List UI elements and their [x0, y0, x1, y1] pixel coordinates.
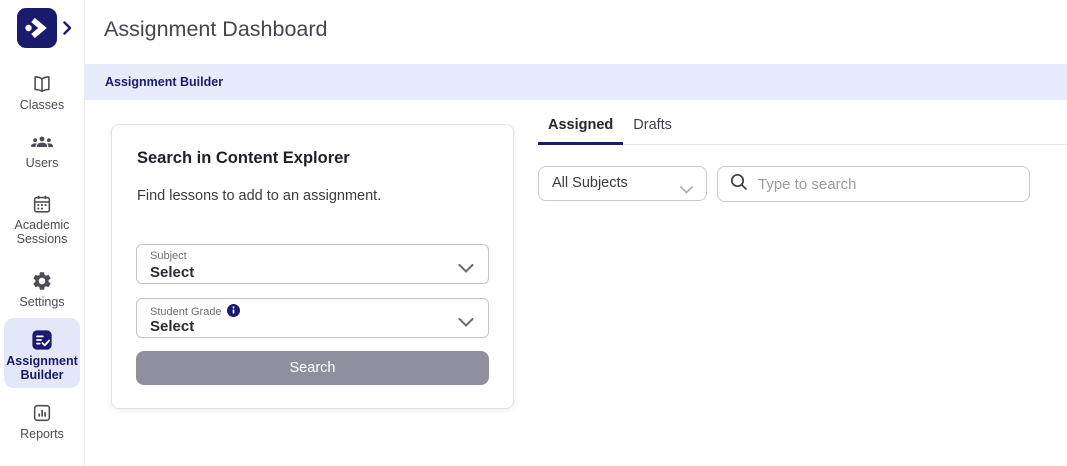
chevron-down-icon [458, 260, 474, 278]
student-grade-select-label: Student Grade [150, 306, 222, 318]
sidebar: Classes Users Academic Sessions Settings… [0, 0, 85, 466]
subject-select[interactable]: Subject Select [136, 244, 489, 284]
search-input[interactable] [758, 175, 1017, 193]
page-title: Assignment Dashboard [104, 17, 328, 41]
assignment-checklist-icon [4, 329, 80, 351]
tab-drafts[interactable]: Drafts [623, 110, 682, 145]
assignment-builder-banner: Assignment Builder [85, 64, 1067, 100]
sidebar-item-settings[interactable]: Settings [0, 270, 84, 310]
gear-icon [0, 270, 84, 292]
assignments-tabs: Assigned Drafts [538, 110, 1067, 145]
tab-assigned[interactable]: Assigned [538, 110, 624, 145]
student-grade-select-value: Select [150, 318, 195, 335]
card-description: Find lessons to add to an assignment. [137, 188, 382, 204]
student-grade-select[interactable]: Student Grade Select [136, 298, 489, 338]
subject-select-value: Select [150, 264, 195, 281]
card-title: Search in Content Explorer [137, 149, 350, 167]
chevron-down-icon [458, 314, 474, 332]
sidebar-item-academic-sessions[interactable]: Academic Sessions [0, 193, 84, 246]
banner-label: Assignment Builder [105, 75, 224, 89]
search-icon [730, 173, 748, 196]
brand-arrow-icon [17, 8, 57, 48]
assignments-search[interactable] [717, 166, 1030, 202]
all-subjects-dropdown[interactable]: All Subjects [538, 166, 707, 201]
sidebar-item-label: Reports [20, 427, 64, 441]
chevron-down-icon [680, 181, 693, 199]
sidebar-item-label: Classes [19, 98, 65, 112]
info-icon[interactable] [226, 304, 240, 320]
users-group-icon [0, 131, 84, 153]
sidebar-item-label: Academic Sessions [14, 218, 70, 246]
subject-select-label: Subject [150, 250, 187, 262]
sidebar-item-assignment-builder[interactable]: Assignment Builder [4, 318, 80, 388]
sidebar-item-label: Users [25, 156, 59, 170]
sidebar-item-users[interactable]: Users [0, 131, 84, 171]
sidebar-expand-chevron-icon[interactable] [63, 21, 72, 40]
content-explorer-card: Search in Content Explorer Find lessons … [111, 124, 514, 409]
calendar-icon [0, 193, 84, 215]
sidebar-item-label: Settings [19, 295, 65, 309]
app-logo[interactable] [17, 8, 57, 48]
sidebar-item-reports[interactable]: Reports [0, 402, 84, 442]
sidebar-item-label: Assignment Builder [6, 354, 78, 382]
book-icon [0, 73, 84, 95]
search-button[interactable]: Search [136, 351, 489, 385]
all-subjects-value: All Subjects [552, 175, 628, 191]
bar-chart-icon [0, 402, 84, 424]
sidebar-item-classes[interactable]: Classes [0, 73, 84, 113]
